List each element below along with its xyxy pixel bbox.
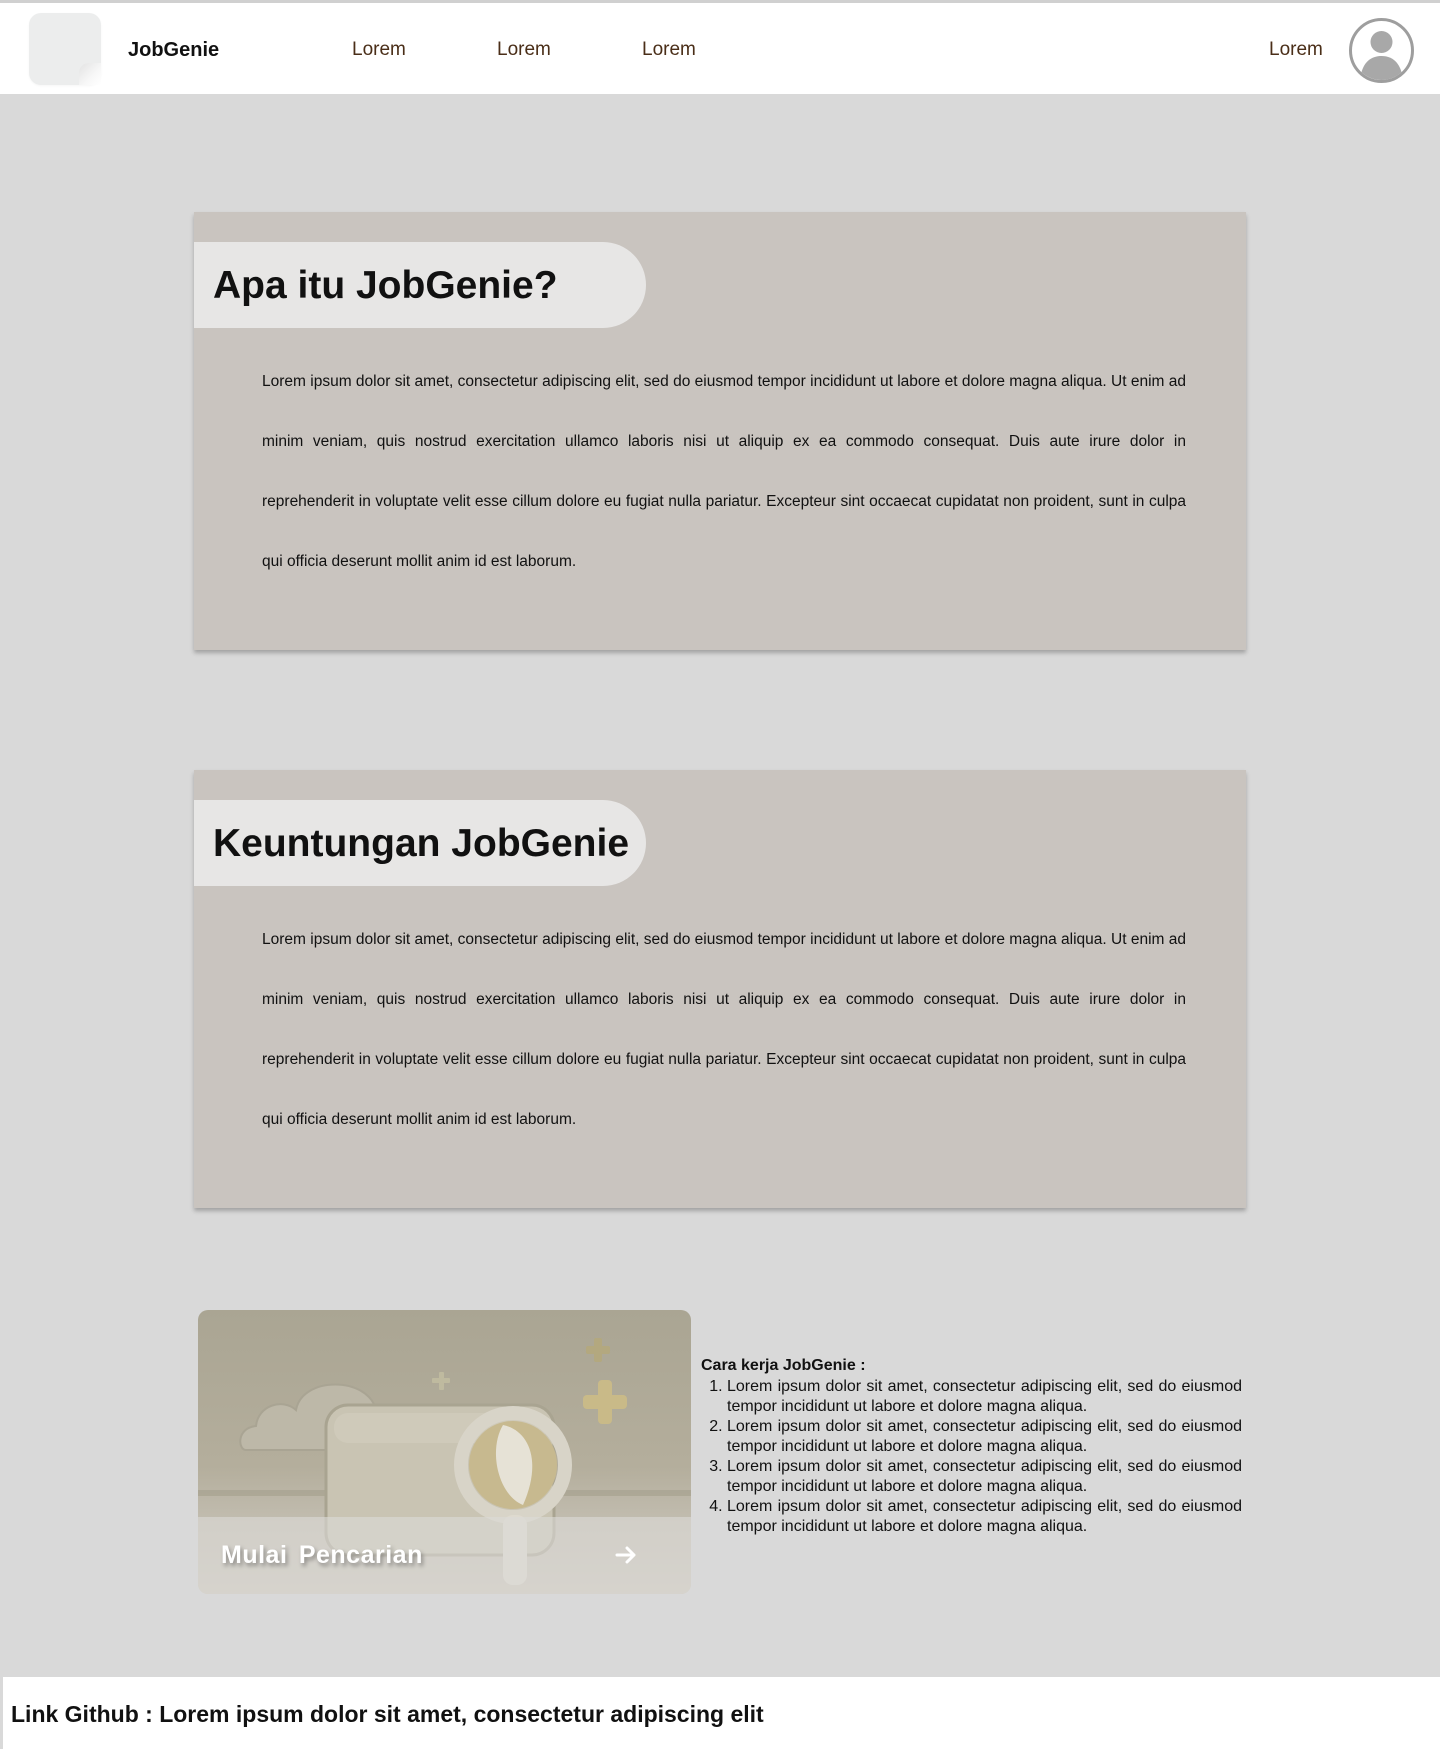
list-item: Lorem ipsum dolor sit amet, consectetur … (727, 1377, 1242, 1417)
start-search-card[interactable]: Mulai Pencarian (198, 1310, 691, 1594)
benefits-card: Keuntungan JobGenie Lorem ipsum dolor si… (194, 770, 1246, 1208)
brand-name[interactable]: JobGenie (128, 39, 219, 62)
top-navbar: JobGenie Lorem Lorem Lorem Lorem (0, 0, 1440, 94)
avatar[interactable] (1349, 18, 1414, 83)
footer: Link Github : Lorem ipsum dolor sit amet… (3, 1677, 1440, 1749)
about-body: Lorem ipsum dolor sit amet, consectetur … (262, 373, 1186, 570)
benefits-body: Lorem ipsum dolor sit amet, consectetur … (262, 931, 1186, 1128)
nav-link-account[interactable]: Lorem (1269, 39, 1323, 61)
list-item: Lorem ipsum dolor sit amet, consectetur … (727, 1417, 1242, 1457)
benefits-title: Keuntungan JobGenie (213, 822, 630, 865)
nav-link-3[interactable]: Lorem (642, 39, 696, 61)
logo-fold (79, 63, 101, 85)
nav-link-1[interactable]: Lorem (352, 39, 406, 61)
list-item: Lorem ipsum dolor sit amet, consectetur … (727, 1497, 1242, 1537)
user-silhouette-icon (1360, 31, 1403, 80)
arrow-right-icon[interactable] (613, 1542, 639, 1568)
about-title: Apa itu JobGenie? (213, 264, 558, 307)
logo-placeholder[interactable] (29, 13, 101, 85)
benefits-title-pill: Keuntungan JobGenie (194, 800, 646, 886)
about-title-pill: Apa itu JobGenie? (194, 242, 646, 328)
about-card: Apa itu JobGenie? Lorem ipsum dolor sit … (194, 212, 1246, 650)
start-search-label[interactable]: Mulai Pencarian (221, 1541, 423, 1570)
github-link[interactable]: Link Github : Lorem ipsum dolor sit amet… (11, 1701, 764, 1728)
how-it-works-title: Cara kerja JobGenie : (701, 1357, 866, 1374)
list-item: Lorem ipsum dolor sit amet, consectetur … (727, 1457, 1242, 1497)
nav-link-2[interactable]: Lorem (497, 39, 551, 61)
steps-list: Lorem ipsum dolor sit amet, consectetur … (701, 1377, 1242, 1537)
how-it-works: Cara kerja JobGenie : Lorem ipsum dolor … (701, 1356, 1242, 1537)
